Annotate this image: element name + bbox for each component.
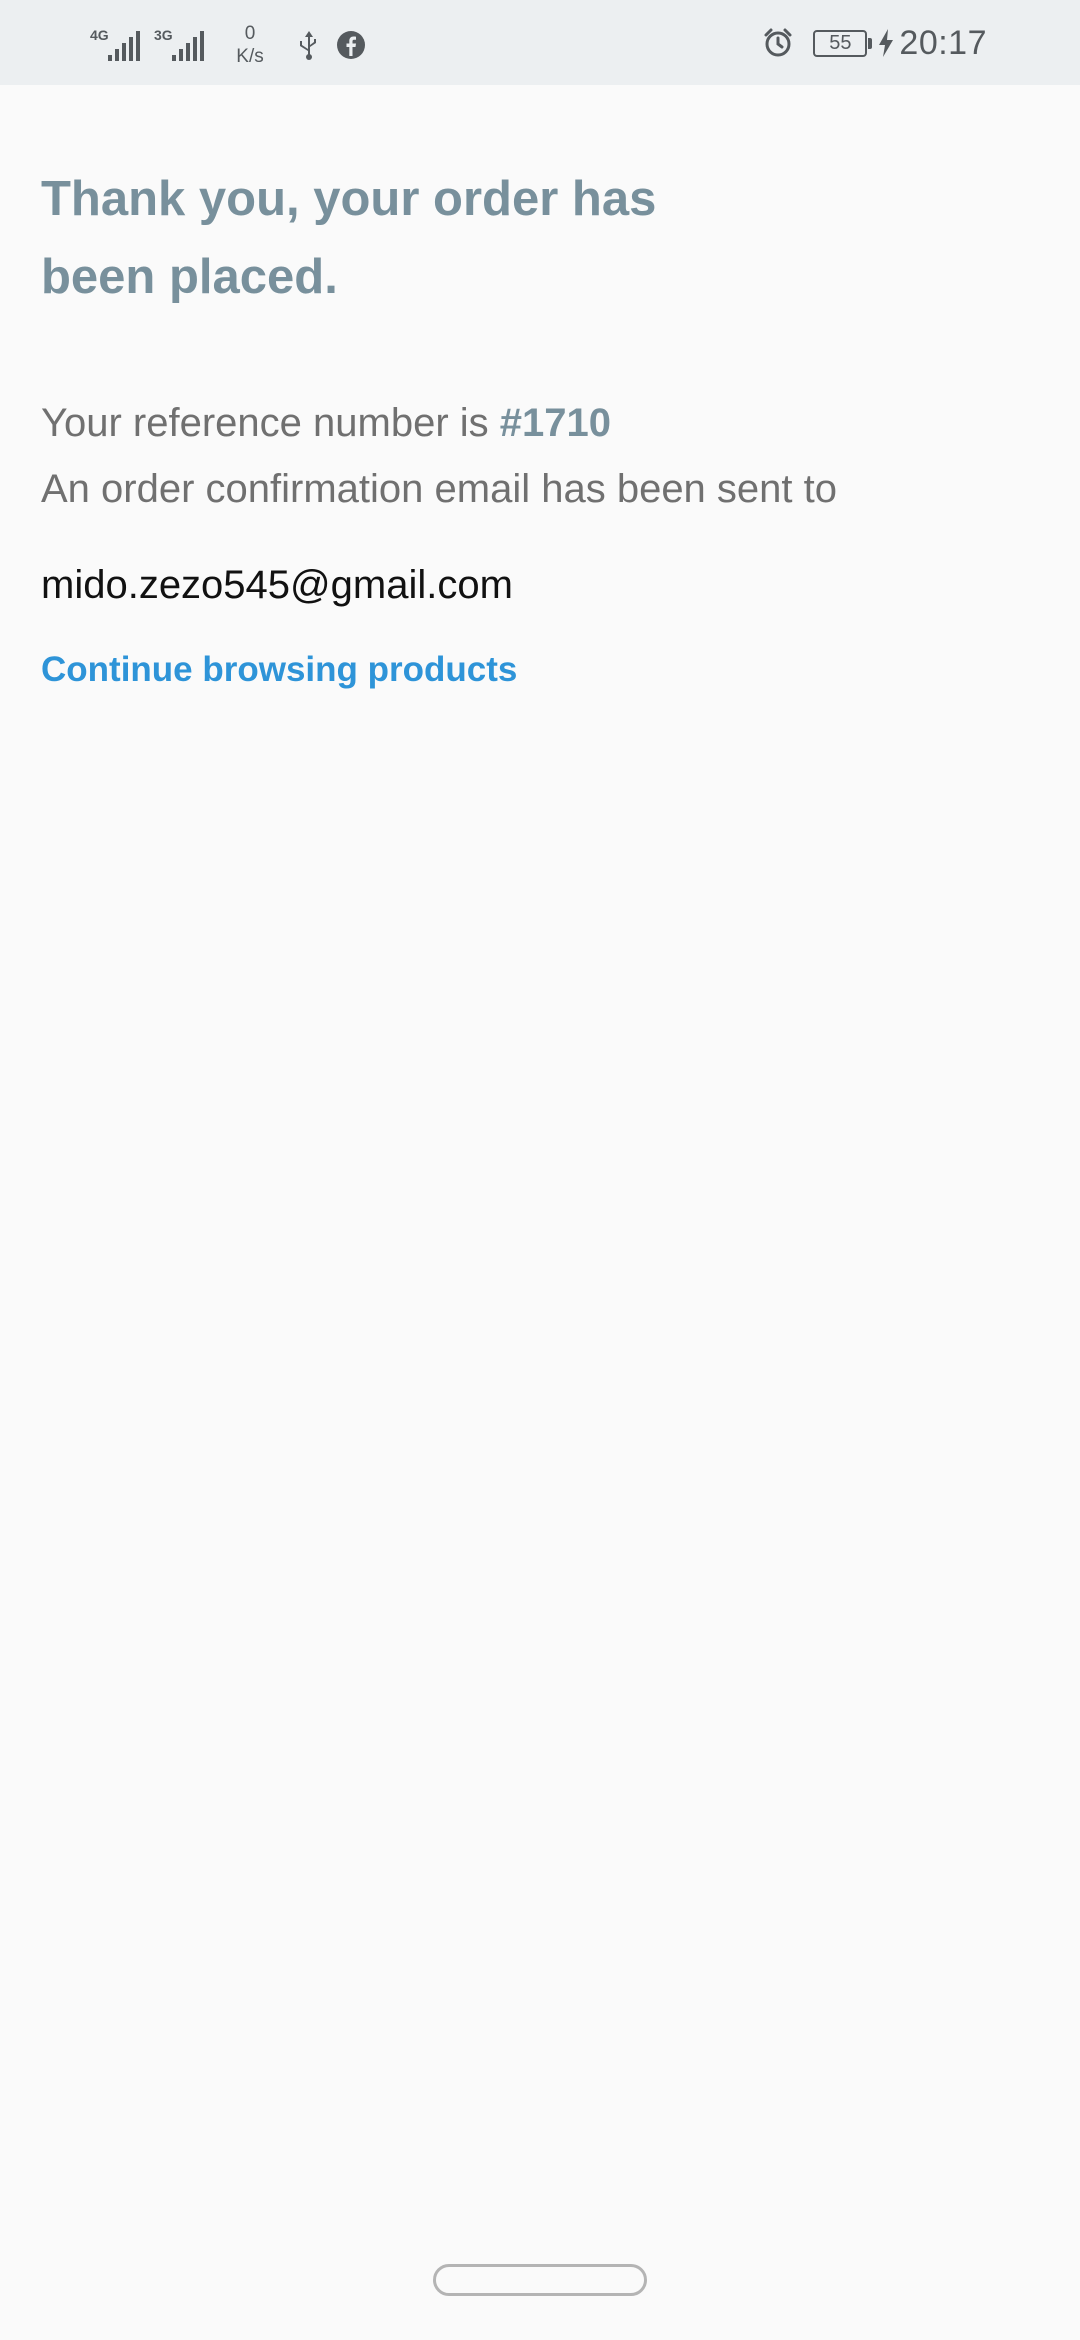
- email-note: An order confirmation email has been sen…: [41, 467, 837, 511]
- reference-label: Your reference number is: [41, 401, 489, 445]
- network-type-2: 3G: [154, 27, 173, 43]
- alarm-icon: [764, 28, 792, 57]
- network-speed-unit: K/s: [236, 46, 264, 67]
- status-bar-left: 4G 3G 0 K/s: [90, 20, 368, 70]
- signal-3g-icon: 3G: [154, 25, 210, 65]
- usb-icon: [300, 31, 316, 60]
- status-bar-right: 55 20:17: [753, 18, 987, 68]
- reference-number: #1710: [499, 401, 612, 445]
- continue-browsing-link[interactable]: Continue browsing products: [41, 648, 517, 692]
- battery-level: 55: [829, 31, 852, 54]
- network-type-1: 4G: [90, 27, 109, 43]
- home-indicator[interactable]: [433, 2264, 647, 2296]
- facebook-icon: [337, 31, 365, 59]
- page-title: Thank you, your order has been placed.: [41, 172, 657, 304]
- network-speed: 0 K/s: [224, 22, 276, 68]
- battery-icon: 55: [813, 29, 873, 57]
- reference-line: Your reference number is #1710: [41, 398, 1041, 448]
- signal-4g-icon: 4G: [90, 25, 146, 65]
- clock: 20:17: [899, 23, 987, 62]
- confirmation-email: mido.zezo545@gmail.com: [41, 563, 513, 607]
- charging-bolt-icon: [879, 29, 894, 57]
- network-speed-value: 0: [244, 23, 256, 44]
- status-bar: 4G 3G 0 K/s 55 20:17: [0, 0, 1080, 85]
- order-confirmation: Thank you, your order has been placed. Y…: [41, 160, 1041, 692]
